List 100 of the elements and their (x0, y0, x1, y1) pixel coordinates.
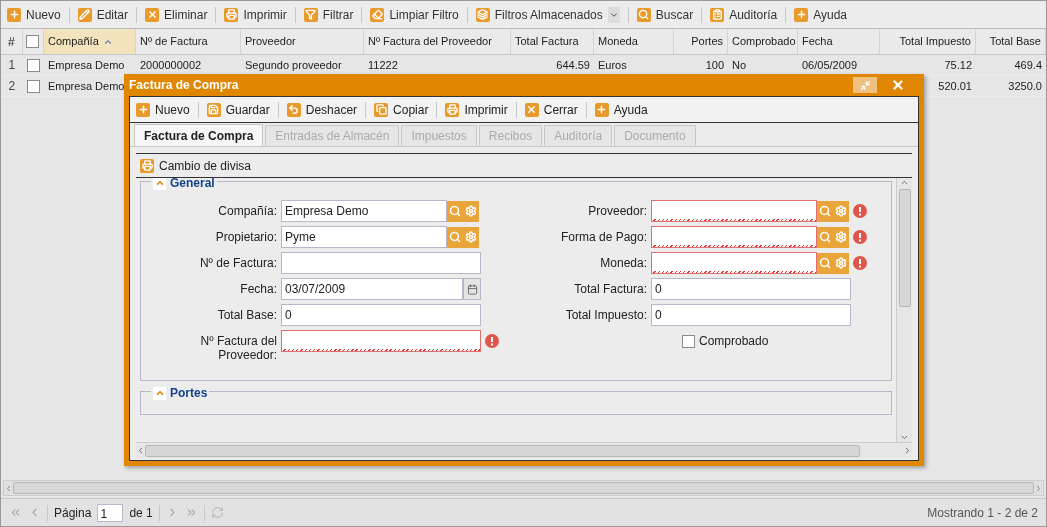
input-field[interactable]: 03/07/2009 (281, 278, 463, 300)
search-button[interactable] (817, 200, 833, 222)
search-button[interactable] (447, 200, 463, 222)
calendar-button[interactable] (463, 278, 481, 300)
restore-icon (859, 79, 871, 91)
row-number: 2 (7, 78, 17, 95)
row-checkbox[interactable] (26, 79, 40, 93)
search-button[interactable] (817, 252, 833, 274)
gear-button[interactable] (833, 200, 849, 222)
toolbar-button[interactable]: Nuevo (5, 3, 63, 26)
input-field[interactable] (281, 330, 481, 352)
column-header[interactable]: Nº Factura del Proveedor (364, 29, 511, 54)
toolbar-button[interactable]: Filtrar (301, 3, 356, 26)
table-cell-text: 2000000002 (140, 57, 202, 73)
layers-icon (475, 7, 490, 22)
input-field[interactable]: 0 (281, 304, 481, 326)
clipboard-icon (710, 7, 725, 22)
pencil-icon (77, 7, 92, 22)
column-header[interactable]: Moneda (594, 29, 674, 54)
field-label: Compañía: (217, 203, 277, 218)
select-all-checkbox[interactable] (26, 35, 40, 48)
gear-button[interactable] (463, 226, 479, 248)
column-header[interactable]: Portes (674, 29, 728, 54)
column-header[interactable]: Total Impuesto (880, 29, 976, 54)
collapse-toggle-icon[interactable] (153, 386, 166, 400)
toolbar-button[interactable]: Deshacer (284, 98, 360, 121)
toolbar-button[interactable]: Filtros Almacenados (473, 3, 622, 26)
toolbar-button[interactable]: Editar (75, 3, 131, 26)
scrollbar-thumb[interactable] (898, 189, 911, 307)
field-value: 0 (285, 307, 292, 324)
horizontal-scrollbar[interactable] (3, 480, 1044, 496)
table-cell-text: 11222 (368, 57, 398, 73)
scroll-left-icon[interactable] (4, 483, 13, 493)
table-cell-text: 644.59 (556, 57, 590, 73)
scroll-right-icon[interactable] (1034, 483, 1043, 493)
input-field[interactable] (651, 226, 817, 248)
input-field[interactable]: 0 (651, 278, 851, 300)
collapse-toggle-icon[interactable] (153, 178, 166, 190)
field-label: Total Base: (216, 307, 277, 322)
input-field[interactable] (651, 200, 817, 222)
vertical-scrollbar[interactable] (896, 178, 912, 442)
column-header: # (1, 29, 23, 54)
search-button[interactable] (817, 226, 833, 248)
field-value: Pyme (285, 229, 316, 246)
toolbar-button[interactable]: Nuevo (134, 98, 192, 121)
scroll-up-icon[interactable] (900, 178, 909, 187)
toolbar-button[interactable]: Buscar (634, 3, 696, 26)
input-field[interactable]: 0 (651, 304, 851, 326)
x-icon (145, 7, 160, 22)
input-field[interactable] (651, 252, 817, 274)
column-header[interactable]: Comprobado (728, 29, 798, 54)
checkbox[interactable] (682, 334, 695, 348)
field-label: Forma de Pago: (559, 229, 647, 244)
search-icon (636, 7, 651, 22)
toolbar-button[interactable]: Copiar (372, 98, 431, 121)
column-header[interactable]: Total Base (976, 29, 1046, 54)
toolbar-button[interactable]: Imprimir (443, 98, 510, 121)
scrollbar-thumb[interactable] (145, 444, 860, 457)
toolbar-button[interactable]: Imprimir (222, 3, 289, 26)
field-value: 03/07/2009 (285, 281, 346, 298)
field-value: 0 (655, 307, 662, 324)
refresh-icon[interactable] (210, 506, 224, 519)
gear-button[interactable] (833, 226, 849, 248)
toolbar-button[interactable]: Ayuda (592, 98, 650, 121)
column-header[interactable]: Total Factura (511, 29, 594, 54)
scroll-right-icon[interactable] (903, 446, 912, 455)
toolbar-button[interactable]: Guardar (204, 98, 272, 121)
toolbar-button[interactable]: Cerrar (522, 98, 580, 121)
field-label: Moneda: (599, 255, 647, 270)
row-checkbox[interactable] (26, 58, 40, 72)
scrollbar-thumb[interactable] (13, 482, 1034, 494)
gear-button[interactable] (833, 252, 849, 274)
column-header[interactable]: Proveedor (241, 29, 364, 54)
input-field[interactable]: Pyme (281, 226, 447, 248)
toolbar-button[interactable]: Limpiar Filtro (368, 3, 461, 26)
table-cell-text: Segundo proveedor (245, 57, 342, 73)
horizontal-scrollbar[interactable] (136, 442, 912, 458)
column-header[interactable]: Compañía (44, 29, 136, 54)
table-cell-text: 75.12 (944, 57, 972, 73)
toolbar-button[interactable]: Ayuda (792, 3, 849, 26)
gear-button[interactable] (463, 200, 479, 222)
tab[interactable]: Factura de Compra (134, 124, 264, 146)
column-header[interactable]: Nº de Factura (136, 29, 241, 54)
first-page-icon[interactable] (9, 506, 22, 519)
field-value: Empresa Demo (285, 203, 369, 220)
scroll-left-icon[interactable] (136, 446, 145, 455)
page-input[interactable]: 1 (97, 503, 124, 522)
search-button[interactable] (447, 226, 463, 248)
plus-icon (7, 7, 21, 22)
dialog-title: Factura de Compra (129, 77, 239, 94)
toolbar-button[interactable]: Auditoría (708, 3, 780, 26)
caret-icon (607, 6, 620, 23)
column-header[interactable]: Fecha (798, 29, 880, 54)
toolbar-button[interactable]: Eliminar (143, 3, 210, 26)
scroll-down-icon[interactable] (900, 433, 909, 442)
input-field[interactable]: Empresa Demo (281, 200, 447, 222)
eraser-icon (370, 7, 385, 22)
toolbar-button[interactable]: Cambio de divisa (140, 156, 252, 175)
input-field[interactable] (281, 252, 481, 274)
restore-button[interactable] (853, 77, 877, 93)
